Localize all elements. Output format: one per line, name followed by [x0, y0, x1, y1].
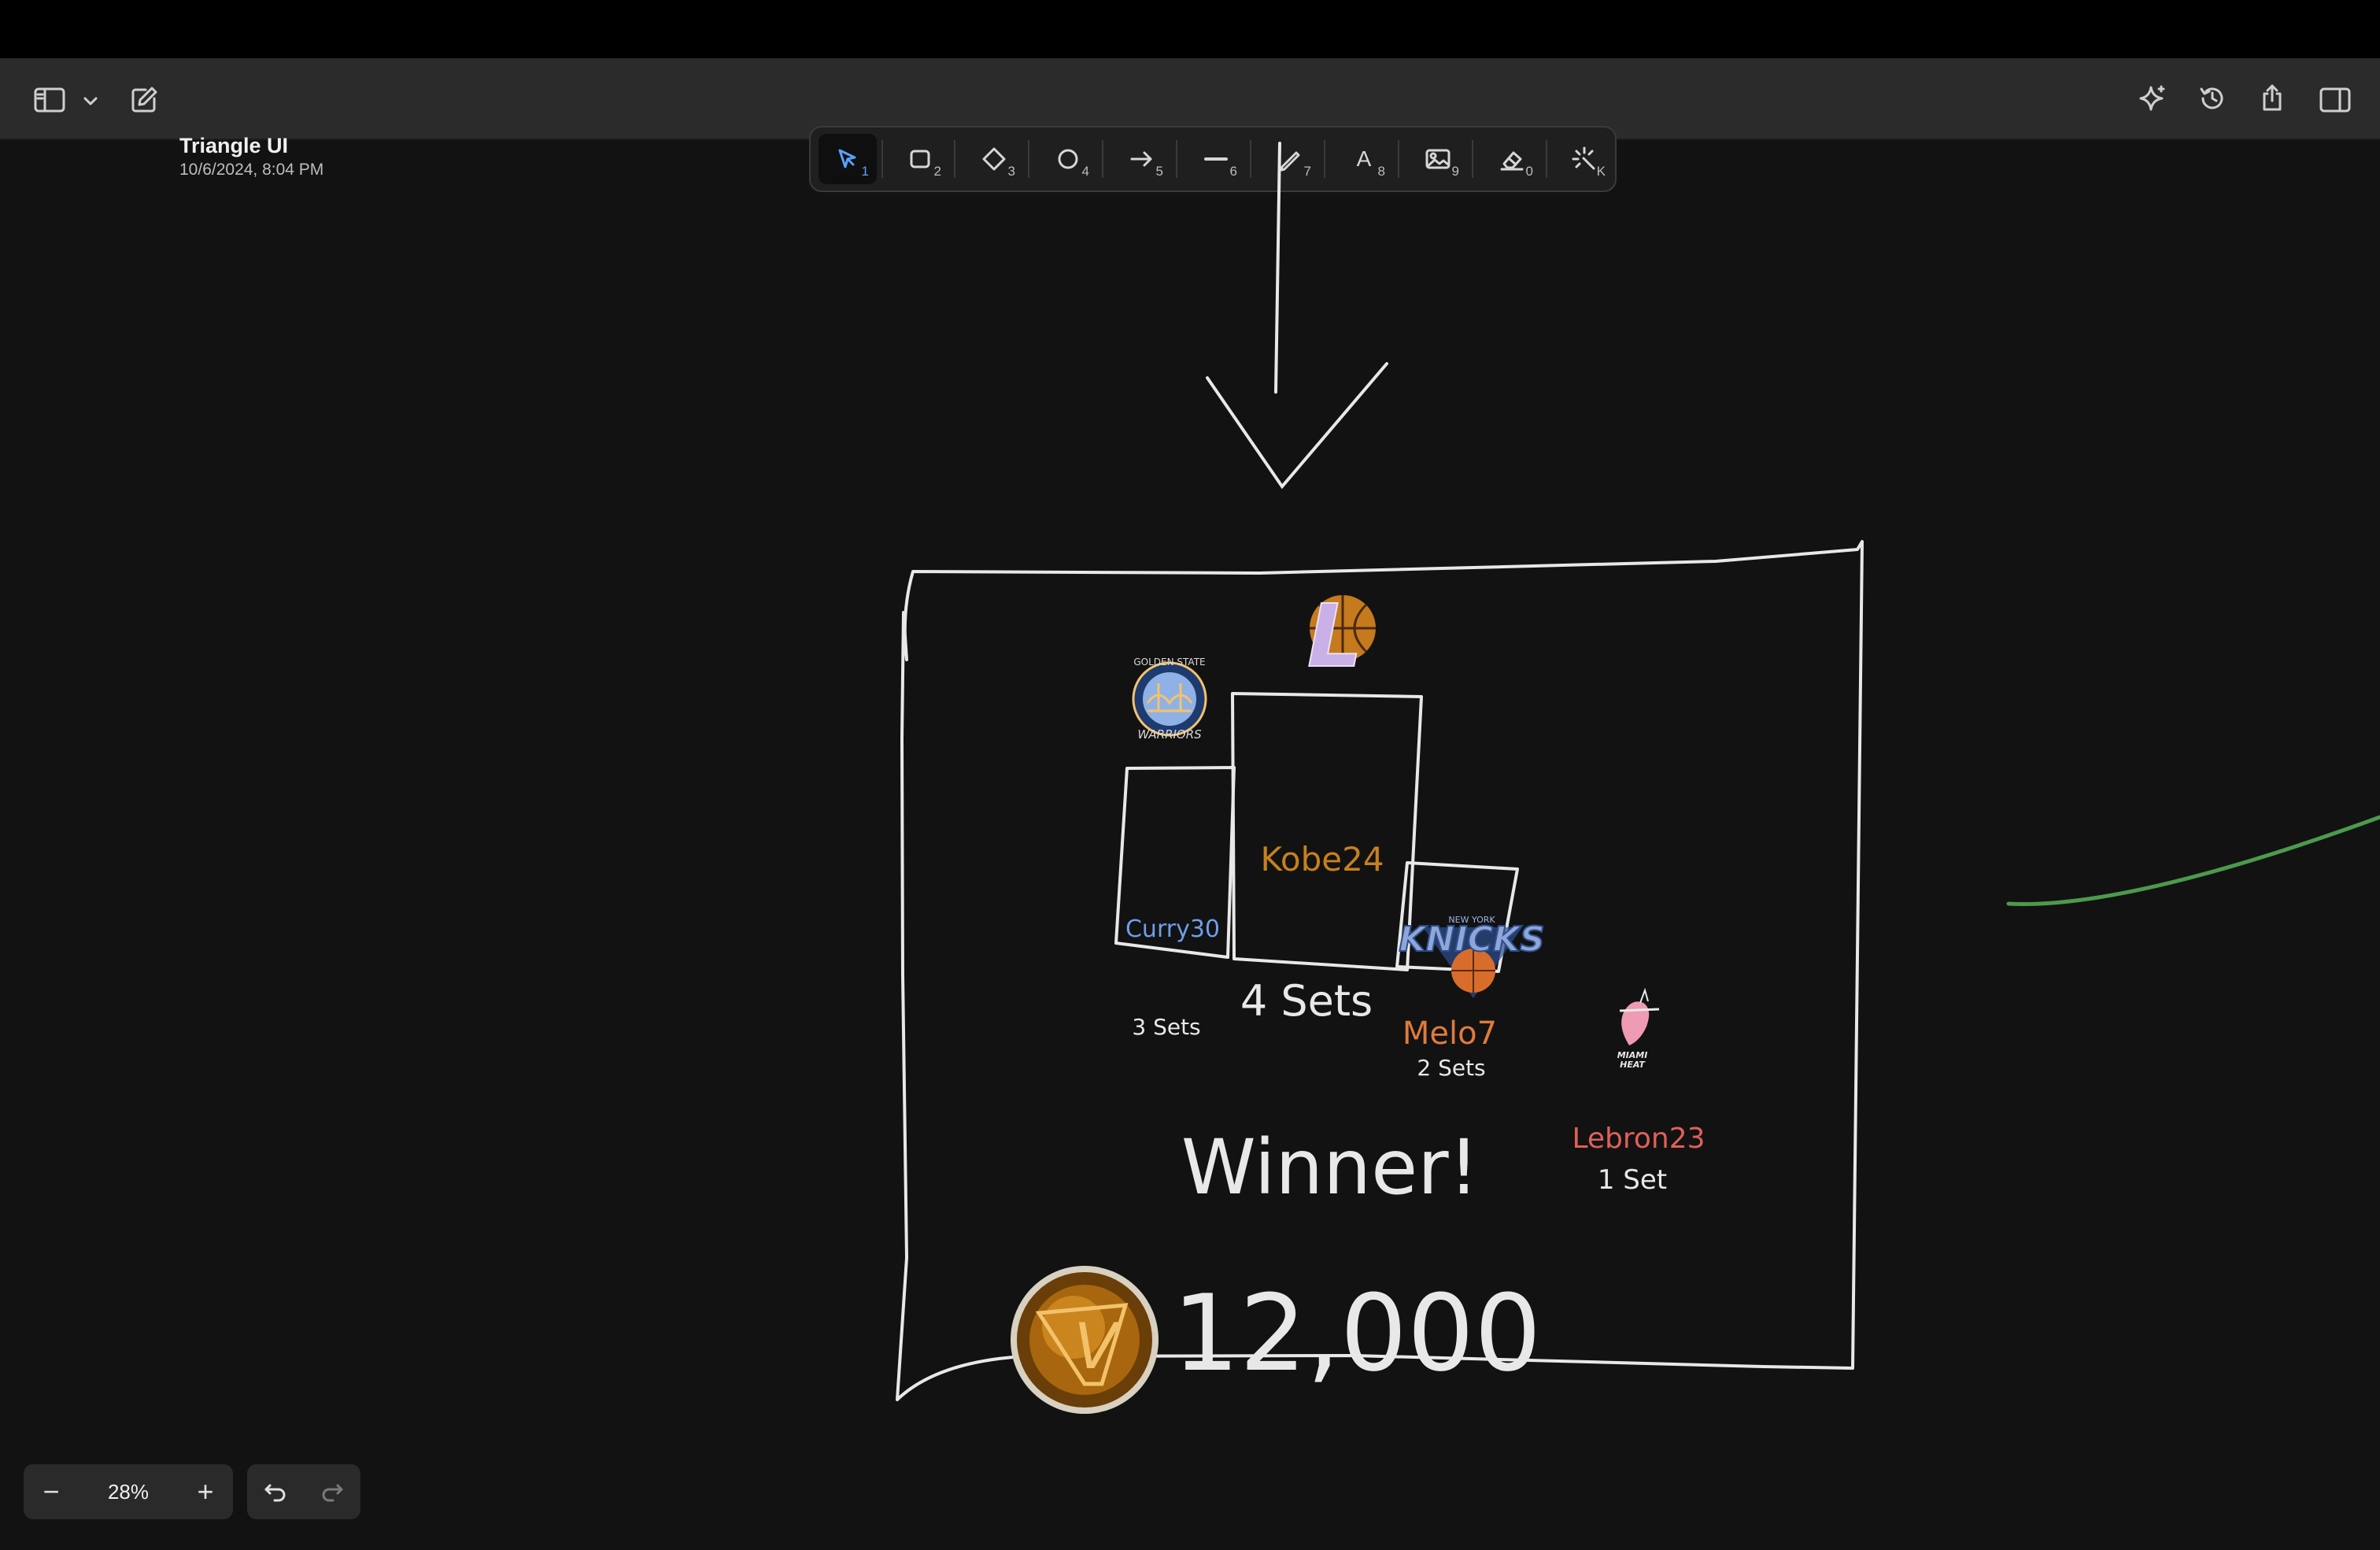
kobe-sets[interactable]: 4 Sets [1240, 976, 1373, 1026]
zoom-out-button[interactable]: − [24, 1464, 79, 1519]
knicks-logo: KNICKS NEW YORK [1398, 915, 1546, 998]
coin-letter: V [1074, 1310, 1122, 1383]
kobe-name[interactable]: Kobe24 [1260, 840, 1384, 879]
undo-icon [264, 1484, 286, 1502]
down-arrow[interactable] [1206, 142, 1388, 490]
lebron-sets[interactable]: 1 Set [1598, 1164, 1667, 1196]
redo-icon [322, 1484, 343, 1502]
share-icon[interactable] [2252, 77, 2292, 118]
lakers-logo: L [1306, 585, 1376, 687]
curry-name[interactable]: Curry30 [1125, 916, 1220, 943]
history-icon[interactable] [2193, 79, 2232, 118]
curry-sets[interactable]: 3 Sets [1132, 1014, 1200, 1040]
melo-sets[interactable]: 2 Sets [1417, 1055, 1485, 1081]
chevron-down-icon[interactable] [77, 88, 104, 115]
score-value[interactable]: 12,000 [1173, 1272, 1542, 1395]
new-note-icon[interactable] [124, 80, 164, 120]
zoom-in-button[interactable]: + [178, 1464, 233, 1519]
window-top-bar [0, 0, 2380, 58]
canvas-drawing: GOLDEN STATE WARRIORS L KNICKS NEW YORK [896, 142, 2380, 1414]
knicks-logo-top: NEW YORK [1448, 915, 1495, 925]
history-controls [247, 1464, 360, 1519]
undo-button[interactable] [247, 1464, 304, 1519]
redo-button[interactable] [304, 1464, 360, 1519]
drawing-canvas[interactable]: GOLDEN STATE WARRIORS L KNICKS NEW YORK [0, 140, 2380, 1546]
lebron-name[interactable]: Lebron23 [1572, 1123, 1705, 1155]
melo-name[interactable]: Melo7 [1402, 1015, 1497, 1052]
knicks-logo-text: KNICKS [1399, 919, 1544, 960]
zoom-level[interactable]: 28% [79, 1480, 178, 1504]
sidebar-toggle-icon[interactable] [28, 80, 71, 120]
coin-icon: V [1011, 1266, 1159, 1414]
warriors-logo: GOLDEN STATE WARRIORS [1132, 657, 1207, 742]
zoom-controls: − 28% + [24, 1464, 233, 1519]
warriors-logo-top: GOLDEN STATE [1133, 657, 1205, 668]
warriors-logo-bottom: WARRIORS [1137, 727, 1202, 742]
lakers-logo-letter: L [1307, 586, 1362, 686]
sparkle-icon[interactable] [2133, 79, 2172, 118]
winner-label[interactable]: Winner! [1181, 1123, 1479, 1212]
heat-logo-line2: HEAT [1620, 1060, 1646, 1070]
podium-box-first[interactable] [1231, 692, 1423, 971]
heat-logo: MIAMI HEAT [1617, 987, 1660, 1070]
sidebar-right-icon[interactable] [2314, 80, 2356, 120]
app-toolbar: Triangle UI 10/6/2024, 8:04 PM 1 2 3 4 5 [0, 58, 2380, 192]
green-curve[interactable] [2006, 815, 2380, 906]
frame-rectangle[interactable] [896, 540, 1864, 1401]
